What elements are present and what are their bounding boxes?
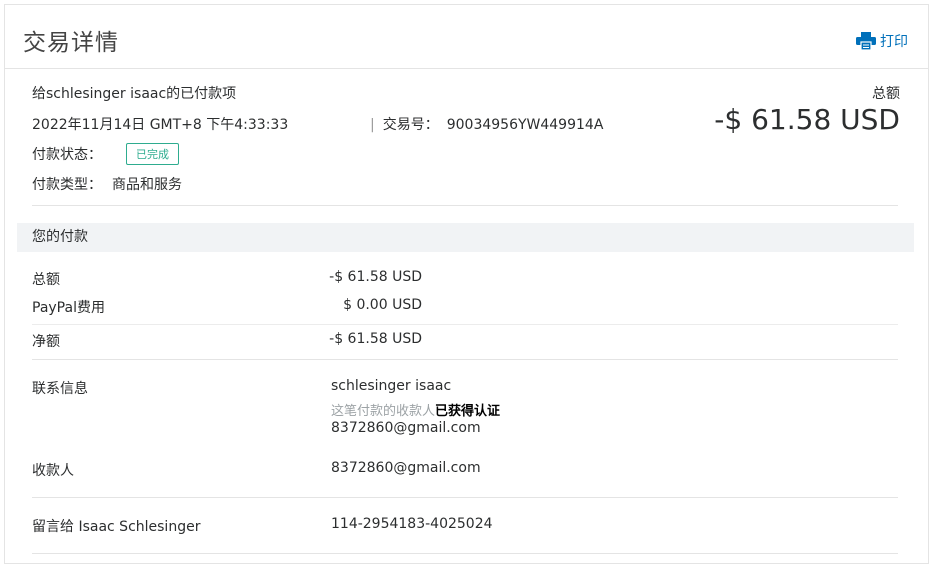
divider bbox=[32, 205, 898, 206]
transaction-id-label: 交易号： bbox=[382, 117, 439, 133]
contact-email: 8372860@gmail.com bbox=[331, 420, 481, 436]
print-button[interactable]: 打印 bbox=[856, 31, 908, 51]
net-amount-value: -$ 61.58 USD bbox=[329, 331, 422, 347]
print-label: 打印 bbox=[880, 34, 908, 50]
note-value: 114-2954183-4025024 bbox=[331, 516, 493, 532]
recipient-line: 给schlesinger isaac的已付款项 bbox=[32, 86, 237, 102]
total-amount: -$ 61.58 USD bbox=[714, 103, 900, 136]
payment-type-value: 商品和服务 bbox=[112, 177, 182, 193]
contact-name: schlesinger isaac bbox=[331, 378, 452, 394]
separator: | bbox=[370, 117, 375, 133]
transaction-details-panel: 交易详情 打印 给schlesinger isaac的已付款项 2022年11月… bbox=[4, 4, 929, 564]
printer-icon bbox=[856, 32, 876, 50]
payment-status-label: 付款状态： bbox=[32, 147, 102, 163]
gross-amount-label: 总额 bbox=[32, 272, 60, 288]
note-label: 留言给 Isaac Schlesinger bbox=[32, 519, 201, 535]
payment-status-line: 付款状态： 已完成 bbox=[32, 143, 179, 165]
divider bbox=[32, 359, 898, 360]
divider bbox=[32, 553, 898, 554]
page-title: 交易详情 bbox=[23, 30, 119, 56]
verified-status: 已获得认证 bbox=[435, 404, 501, 419]
gross-amount-value: -$ 61.58 USD bbox=[329, 269, 422, 285]
transaction-id: 90034956YW449914A bbox=[446, 117, 604, 133]
net-amount-label: 净额 bbox=[32, 334, 60, 350]
verified-prefix: 这笔付款的收款人 bbox=[331, 404, 436, 419]
transaction-id-line: | 交易号： 90034956YW449914A bbox=[370, 114, 603, 134]
status-badge: 已完成 bbox=[126, 143, 179, 165]
your-payment-section-header: 您的付款 bbox=[17, 223, 914, 252]
paypal-fee-value: $ 0.00 USD bbox=[343, 297, 422, 313]
transaction-datetime: 2022年11月14日 GMT+8 下午4:33:33 bbox=[32, 117, 289, 133]
payment-type-label: 付款类型： bbox=[32, 177, 102, 193]
payee-email: 8372860@gmail.com bbox=[331, 460, 481, 476]
verified-line: 这笔付款的收款人已获得认证 bbox=[331, 400, 500, 419]
total-label: 总额 bbox=[872, 86, 900, 102]
divider bbox=[32, 324, 898, 325]
divider bbox=[32, 497, 898, 498]
payment-type-line: 付款类型： 商品和服务 bbox=[32, 174, 182, 194]
paypal-fee-label: PayPal费用 bbox=[32, 300, 105, 316]
payee-label: 收款人 bbox=[32, 463, 74, 479]
contact-info-label: 联系信息 bbox=[32, 381, 88, 397]
panel-header: 交易详情 打印 bbox=[5, 5, 928, 69]
